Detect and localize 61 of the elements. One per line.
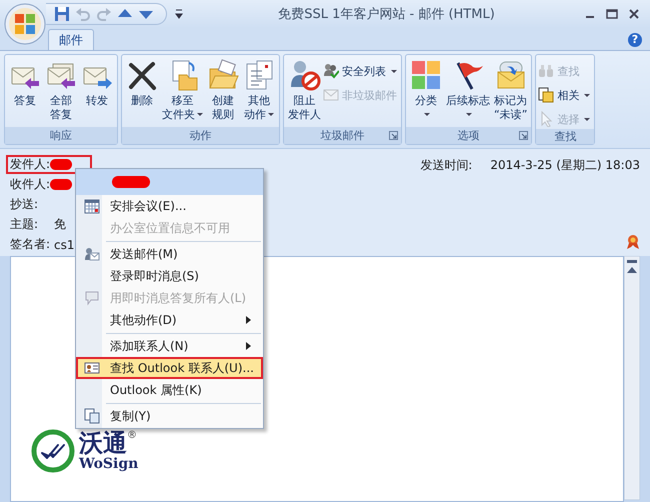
- ribbon-button[interactable]: 安全列表: [323, 61, 399, 81]
- ribbon-button[interactable]: 阻止 发件人: [286, 57, 323, 127]
- field-label: 收件人:: [10, 176, 50, 193]
- calendar-icon: [84, 198, 100, 214]
- ribbon-button[interactable]: 转发: [79, 57, 115, 127]
- logo-name: 沃通: [79, 430, 127, 456]
- field-label: 抄送:: [10, 196, 40, 213]
- ribbon-button[interactable]: 其他 动作: [241, 57, 277, 127]
- logo-wordmark: WoSign: [79, 456, 138, 472]
- color-squares-icon: [410, 59, 442, 91]
- menu-item[interactable]: 安排会议(E)...: [76, 195, 263, 217]
- ribbon-button[interactable]: 全部 答复: [43, 57, 79, 127]
- envelope-icon: [323, 87, 339, 103]
- ribbon-button[interactable]: 分类: [408, 57, 444, 127]
- help-button[interactable]: ?: [628, 33, 642, 47]
- dialog-launcher-icon[interactable]: [389, 131, 398, 140]
- envelope-person-icon: [84, 246, 100, 262]
- ribbon-button[interactable]: 标记为 “未读”: [492, 57, 530, 127]
- customize-caret-icon[interactable]: [175, 9, 183, 19]
- field-label: 签名者:: [10, 236, 50, 253]
- ribbon-button[interactable]: 删除: [124, 57, 160, 127]
- dialog-launcher-icon[interactable]: [519, 131, 528, 140]
- ribbon-button[interactable]: 后续标志: [444, 57, 492, 127]
- binoculars-icon: [538, 63, 554, 79]
- person-blocked-icon: [288, 59, 320, 91]
- scrollbar[interactable]: [624, 256, 640, 500]
- field-value: 免: [54, 216, 66, 233]
- menu-item[interactable]: 其他动作(D): [76, 309, 263, 331]
- menu-item[interactable]: 查找 Outlook 联系人(U)...: [76, 357, 263, 379]
- field-label: 主题:: [10, 216, 40, 233]
- menu-item[interactable]: Outlook 属性(K): [76, 379, 263, 401]
- contact-card-icon: [84, 360, 100, 376]
- field-label: 发送时间:: [420, 158, 472, 172]
- ribbon-button[interactable]: 相关: [538, 85, 592, 105]
- copy-icon: [84, 408, 100, 424]
- save-icon[interactable]: [54, 6, 70, 22]
- award-icon: [626, 234, 640, 250]
- group-label: 动作: [190, 128, 212, 143]
- registered-mark: ®: [127, 430, 137, 441]
- delete-icon: [126, 59, 158, 91]
- documents-icon: [538, 87, 554, 103]
- group-label: 查找: [554, 129, 576, 144]
- submenu-arrow-icon: [246, 342, 251, 350]
- folder-icon: [207, 59, 239, 91]
- ribbon-tab[interactable]: 邮件: [48, 29, 94, 50]
- envelope-arrow-icon: [494, 59, 527, 91]
- ribbon-button[interactable]: 移至 文件夹: [160, 57, 205, 127]
- menu-item[interactable]: [76, 169, 263, 195]
- ribbon-button[interactable]: 创建 规则: [205, 57, 241, 127]
- ribbon-button[interactable]: 答复: [7, 57, 43, 127]
- submenu-arrow-icon: [246, 316, 251, 324]
- group-label: 选项: [458, 128, 480, 143]
- group-label: 响应: [50, 128, 72, 143]
- field-value: 2014-3-25 (星期二) 18:03: [490, 158, 640, 172]
- field-value: cs1: [54, 238, 75, 252]
- logo-icon: [31, 429, 75, 473]
- people-check-icon: [323, 63, 339, 79]
- window-title: 免费SSL 1年客户网站 - 邮件 (HTML): [277, 6, 496, 23]
- group-label: 垃圾邮件: [320, 128, 364, 143]
- field-label: 发件人:: [10, 156, 50, 173]
- menu-item[interactable]: 登录即时消息(S): [76, 265, 263, 287]
